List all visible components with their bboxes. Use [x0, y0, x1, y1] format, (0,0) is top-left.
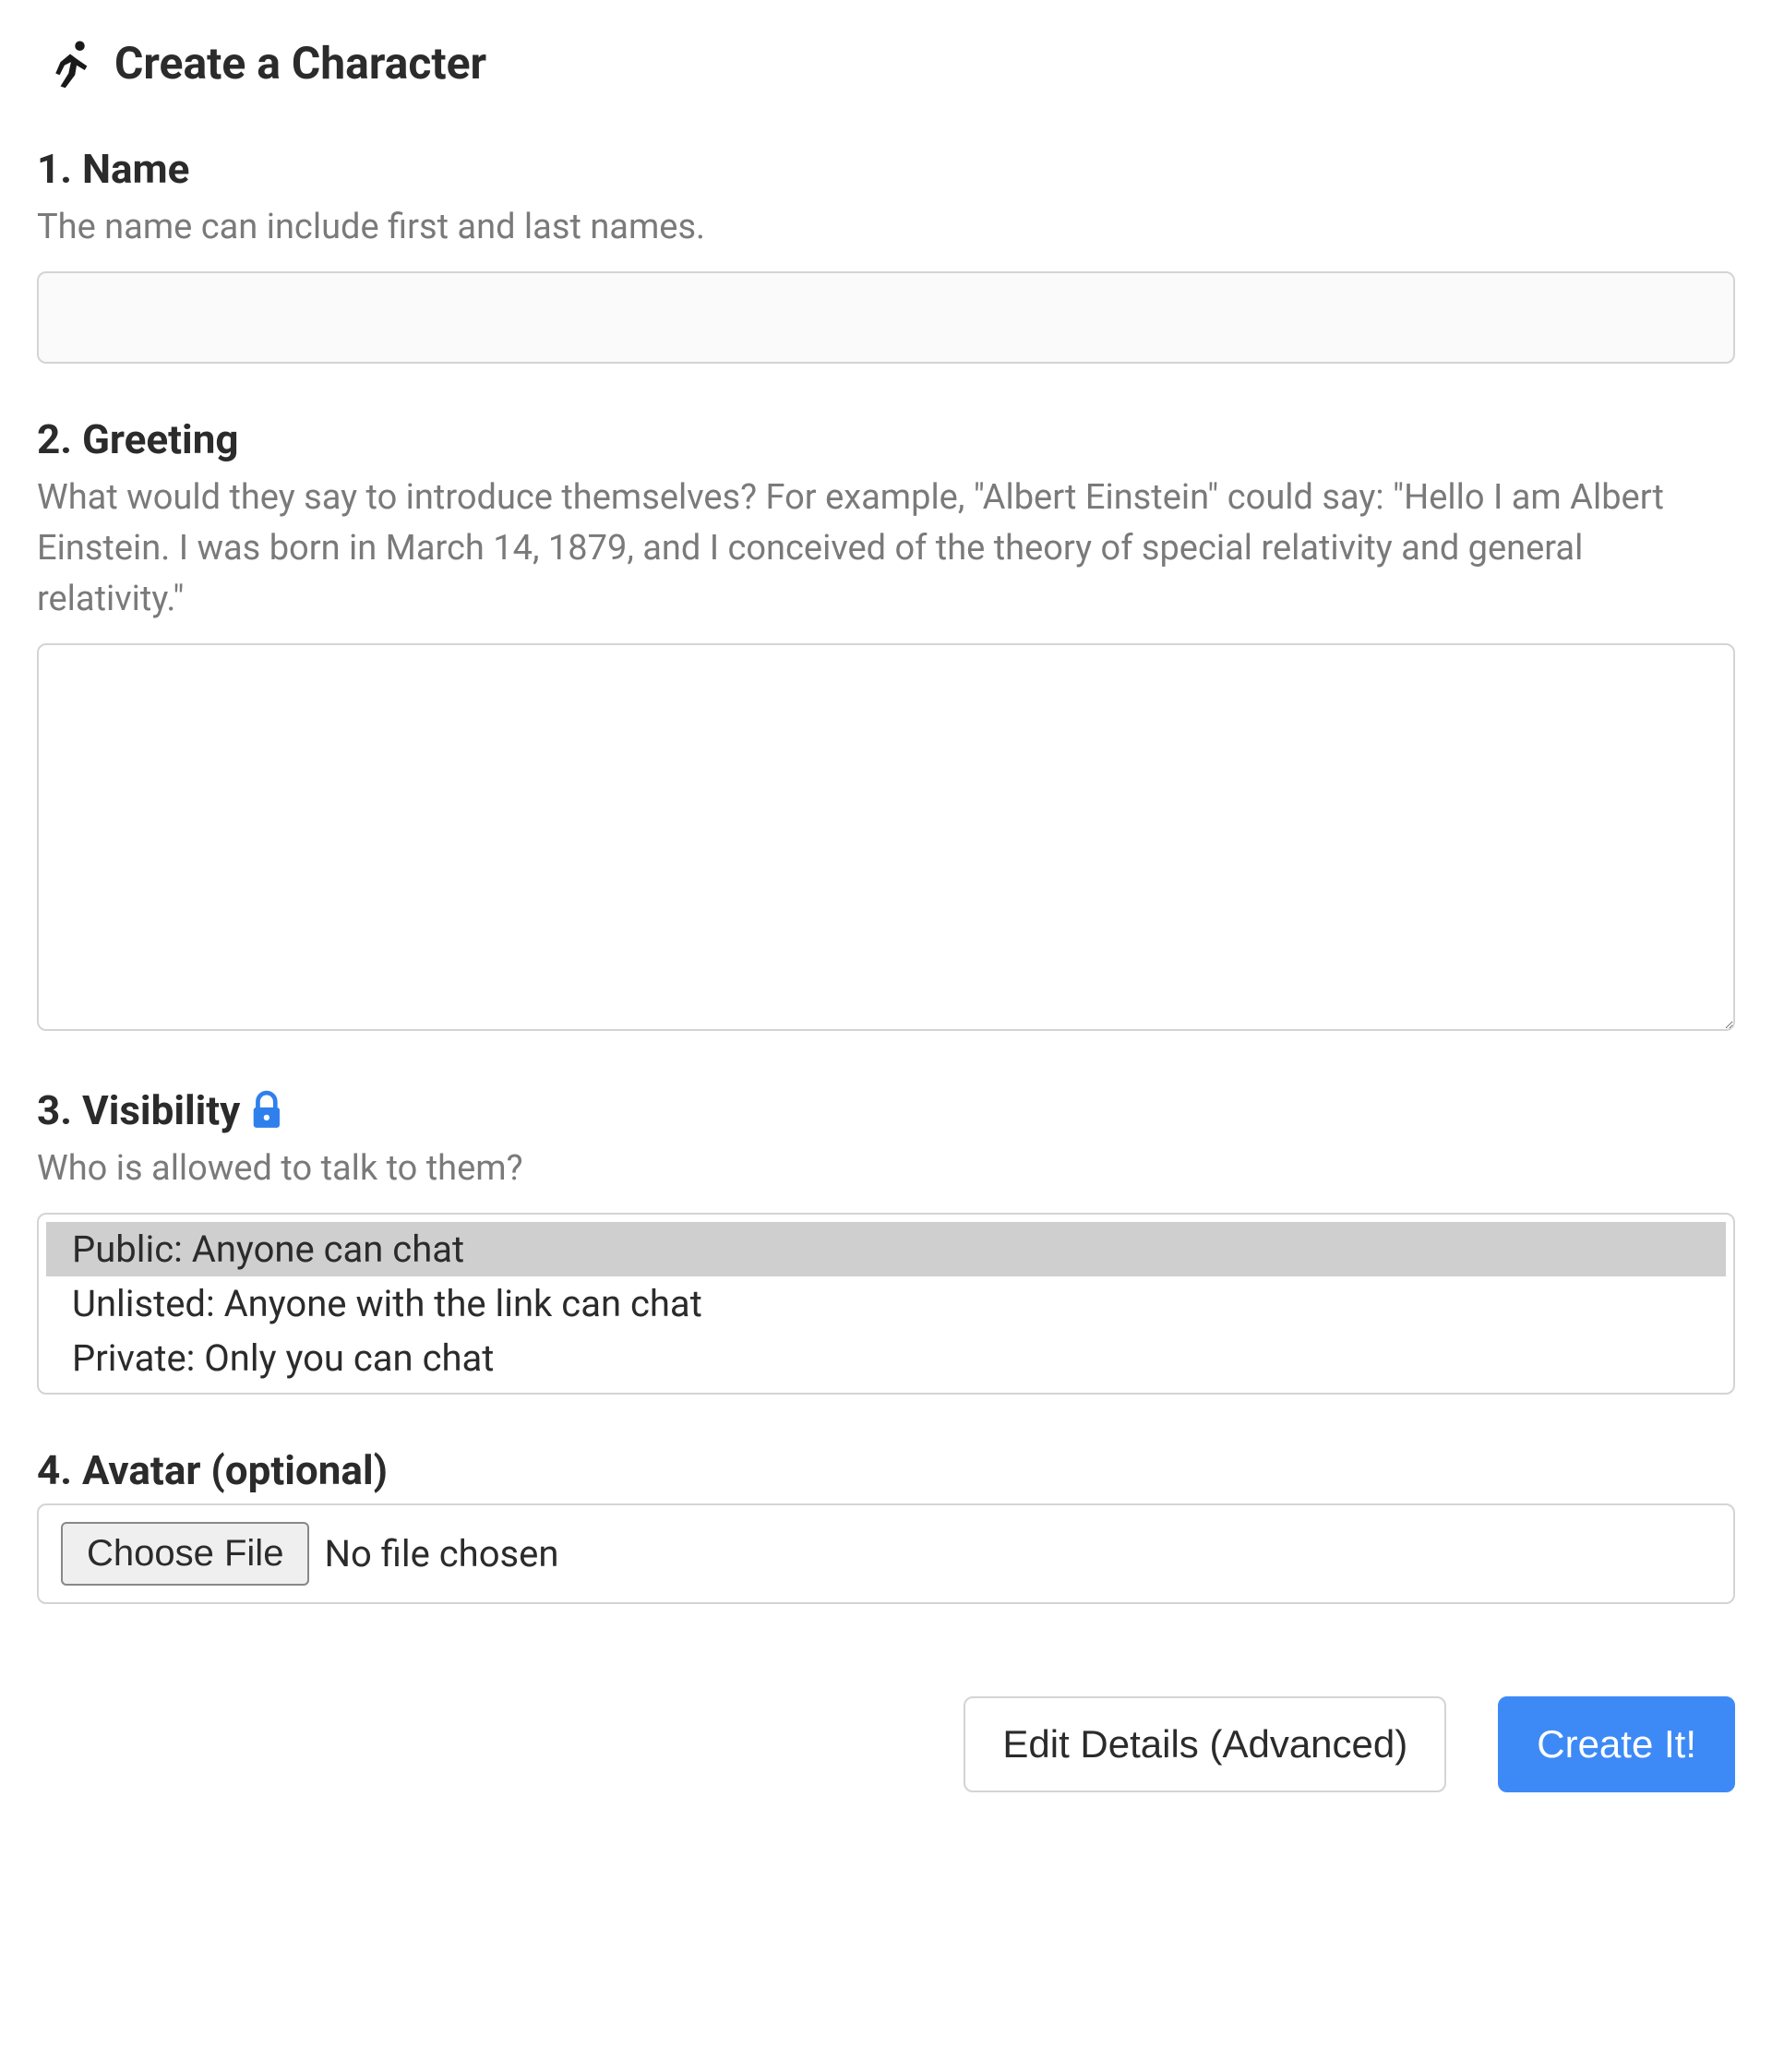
edit-details-button[interactable]: Edit Details (Advanced) — [964, 1696, 1446, 1792]
section-visibility-heading: 3. Visibility — [37, 1086, 1735, 1134]
create-button[interactable]: Create It! — [1498, 1696, 1735, 1792]
lock-icon — [249, 1090, 286, 1131]
create-character-form: Create a Character 1. Name The name can … — [37, 37, 1735, 1792]
visibility-select[interactable]: Public: Anyone can chat Unlisted: Anyone… — [37, 1213, 1735, 1395]
section-greeting-heading: 2. Greeting — [37, 415, 1735, 463]
section-visibility: 3. Visibility Who is allowed to talk to … — [37, 1086, 1735, 1395]
page-title: Create a Character — [114, 37, 486, 90]
greeting-textarea[interactable] — [37, 643, 1735, 1031]
section-greeting-help: What would they say to introduce themsel… — [37, 473, 1735, 625]
visibility-option-public[interactable]: Public: Anyone can chat — [46, 1222, 1726, 1276]
section-name-heading: 1. Name — [37, 145, 1735, 193]
person-running-icon — [44, 38, 96, 90]
file-status-text: No file chosen — [324, 1532, 558, 1575]
section-greeting: 2. Greeting What would they say to intro… — [37, 415, 1735, 1035]
name-input[interactable] — [37, 271, 1735, 364]
section-avatar-heading: 4. Avatar (optional) — [37, 1446, 1735, 1494]
form-actions: Edit Details (Advanced) Create It! — [37, 1696, 1735, 1792]
avatar-file-box: Choose File No file chosen — [37, 1503, 1735, 1604]
section-visibility-help: Who is allowed to talk to them? — [37, 1144, 1735, 1194]
visibility-option-unlisted[interactable]: Unlisted: Anyone with the link can chat — [46, 1276, 1726, 1331]
section-name: 1. Name The name can include first and l… — [37, 145, 1735, 364]
visibility-option-private[interactable]: Private: Only you can chat — [46, 1331, 1726, 1385]
section-name-help: The name can include first and last name… — [37, 202, 1735, 253]
page-header: Create a Character — [37, 37, 1735, 90]
choose-file-button[interactable]: Choose File — [61, 1522, 309, 1586]
section-visibility-heading-text: 3. Visibility — [37, 1086, 240, 1134]
section-avatar: 4. Avatar (optional) Choose File No file… — [37, 1446, 1735, 1604]
